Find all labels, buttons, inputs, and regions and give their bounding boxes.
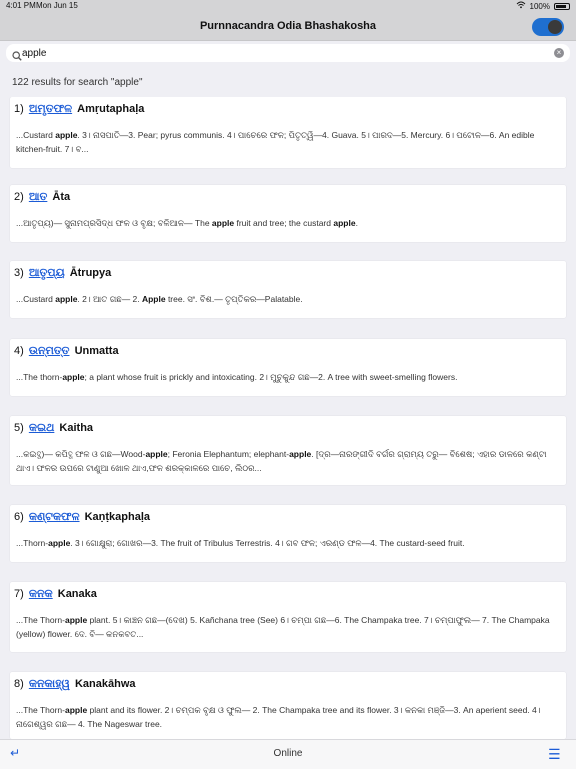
- battery-icon: [554, 2, 570, 10]
- definition-snippet: ...Custard apple. 3। ନାସପାତି—3. Pear; py…: [16, 130, 535, 154]
- clear-icon[interactable]: ×: [554, 48, 564, 58]
- search-icon: [12, 48, 22, 61]
- highlighted-term: apple: [289, 449, 312, 459]
- definition-snippet: ...କଇତ୍ଥ)— କପିତ୍ଥ ଫଳ ଓ ଗଛ—Wood-apple; Fe…: [16, 449, 547, 473]
- transliteration: Kanakāhwa: [74, 678, 136, 690]
- connection-status: Online: [273, 748, 303, 759]
- result-number: 7): [14, 588, 24, 600]
- status-right: 100%: [516, 1, 570, 11]
- definition-snippet: ...Custard apple. 2। ଆତ ଗଛ— 2. Apple tre…: [16, 294, 303, 304]
- battery-percent: 100%: [529, 1, 550, 11]
- result-number: 1): [14, 103, 24, 115]
- result-head: 7) କନକ Kanaka: [14, 588, 97, 601]
- definition-snippet: ...The Thorn-apple plant. 5। କାଞ୍ଚନ ଗଛ—(…: [16, 615, 550, 639]
- result-number: 2): [14, 191, 24, 203]
- odia-word-link[interactable]: ଉନ୍ମତ୍ତ: [29, 345, 70, 357]
- odia-word-link[interactable]: କନକାହ୍ୱ: [29, 678, 70, 690]
- results-summary: 122 results for search "apple": [12, 77, 143, 88]
- result-number: 8): [14, 678, 24, 690]
- result-card[interactable]: 5) କଇଥ Kaitha ...କଇତ୍ଥ)— କପିତ୍ଥ ଫଳ ଓ ଗଛ—…: [10, 416, 566, 485]
- online-toggle[interactable]: [532, 18, 564, 36]
- odia-word-link[interactable]: ଆତୃପ୍ୟ: [29, 267, 65, 279]
- highlighted-term: apple: [64, 705, 88, 715]
- definition-snippet: ...The thorn-apple; a plant whose fruit …: [16, 372, 458, 382]
- search-bar[interactable]: apple ×: [6, 44, 570, 62]
- status-time: 4:01 PM: [6, 1, 36, 10]
- result-head: 3) ଆତୃପ୍ୟ Ātrupya: [14, 267, 111, 280]
- results-list: 1) ଅମୃତଫଳ Amṛutaphaḷa ...Custard apple. …: [0, 97, 576, 739]
- highlighted-term: Apple: [141, 294, 166, 304]
- highlighted-term: apple: [64, 615, 88, 625]
- odia-word-link[interactable]: କଇଥ: [29, 422, 55, 434]
- transliteration: Kaṇṭkaphaḷa: [84, 511, 151, 523]
- transliteration: Ātrupya: [69, 267, 112, 279]
- result-head: 5) କଇଥ Kaitha: [14, 422, 93, 435]
- highlighted-term: apple: [211, 218, 235, 228]
- result-number: 5): [14, 422, 24, 434]
- result-head: 8) କନକାହ୍ୱ Kanakāhwa: [14, 678, 136, 691]
- navigation-bar: Purnnacandra Odia Bhashakosha: [0, 12, 576, 41]
- result-head: 4) ଉନ୍ମତ୍ତ Unmatta: [14, 345, 119, 358]
- result-card[interactable]: 1) ଅମୃତଫଳ Amṛutaphaḷa ...Custard apple. …: [10, 97, 566, 168]
- transliteration: Kanaka: [57, 588, 97, 600]
- bottom-toolbar: ↵ Online ☰: [0, 739, 576, 769]
- result-number: 3): [14, 267, 24, 279]
- result-number: 4): [14, 345, 24, 357]
- definition-snippet: ...Thorn-apple. 3। ଗୋକ୍ଷୁରା; ଗୋଖର—3. The…: [16, 538, 465, 548]
- odia-word-link[interactable]: ଆତ: [29, 191, 48, 203]
- highlighted-term: apple: [145, 449, 168, 459]
- result-head: 1) ଅମୃତଫଳ Amṛutaphaḷa: [14, 103, 144, 116]
- result-card[interactable]: 2) ଆତ Āta ...ଆତୃପ୍ୟ)— ସୁନାମପ୍ରସିଦ୍ଧ ଫଳ ଓ…: [10, 185, 566, 242]
- definition-snippet: ...The Thorn-apple plant and its flower.…: [16, 705, 541, 729]
- transliteration: Unmatta: [74, 345, 119, 357]
- status-date: Mon Jun 15: [36, 1, 78, 10]
- result-number: 6): [14, 511, 24, 523]
- odia-word-link[interactable]: ଅମୃତଫଳ: [29, 103, 72, 115]
- highlighted-term: apple: [55, 294, 78, 304]
- menu-icon[interactable]: ☰: [548, 746, 566, 764]
- transliteration: Amṛutaphaḷa: [77, 103, 145, 115]
- transliteration: Āta: [52, 191, 71, 203]
- result-card[interactable]: 6) କଣ୍ଟକଫଳ Kaṇṭkaphaḷa ...Thorn-apple. 3…: [10, 505, 566, 562]
- status-bar: 4:01 PM Mon Jun 15 100%: [0, 0, 576, 12]
- result-card[interactable]: 7) କନକ Kanaka ...The Thorn-apple plant. …: [10, 582, 566, 652]
- odia-word-link[interactable]: କଣ୍ଟକଫଳ: [29, 511, 80, 523]
- search-input[interactable]: apple: [22, 48, 46, 59]
- result-head: 6) କଣ୍ଟକଫଳ Kaṇṭkaphaḷa: [14, 511, 150, 524]
- result-card[interactable]: 3) ଆତୃପ୍ୟ Ātrupya ...Custard apple. 2। ଆ…: [10, 261, 566, 318]
- result-head: 2) ଆତ Āta: [14, 191, 70, 204]
- highlighted-term: apple: [62, 372, 85, 382]
- definition-snippet: ...ଆତୃପ୍ୟ)— ସୁନାମପ୍ରସିଦ୍ଧ ଫଳ ଓ ବୃକ୍ଷ; ବଳ…: [16, 218, 358, 228]
- wifi-icon: [516, 1, 526, 11]
- odia-word-link[interactable]: କନକ: [29, 588, 53, 600]
- highlighted-term: apple: [48, 538, 71, 548]
- transliteration: Kaitha: [59, 422, 94, 434]
- result-card[interactable]: 8) କନକାହ୍ୱ Kanakāhwa ...The Thorn-apple …: [10, 672, 566, 739]
- page-title: Purnnacandra Odia Bhashakosha: [199, 20, 377, 32]
- highlighted-term: apple: [333, 218, 356, 228]
- result-card[interactable]: 4) ଉନ୍ମତ୍ତ Unmatta ...The thorn-apple; a…: [10, 339, 566, 396]
- highlighted-term: apple: [55, 130, 78, 140]
